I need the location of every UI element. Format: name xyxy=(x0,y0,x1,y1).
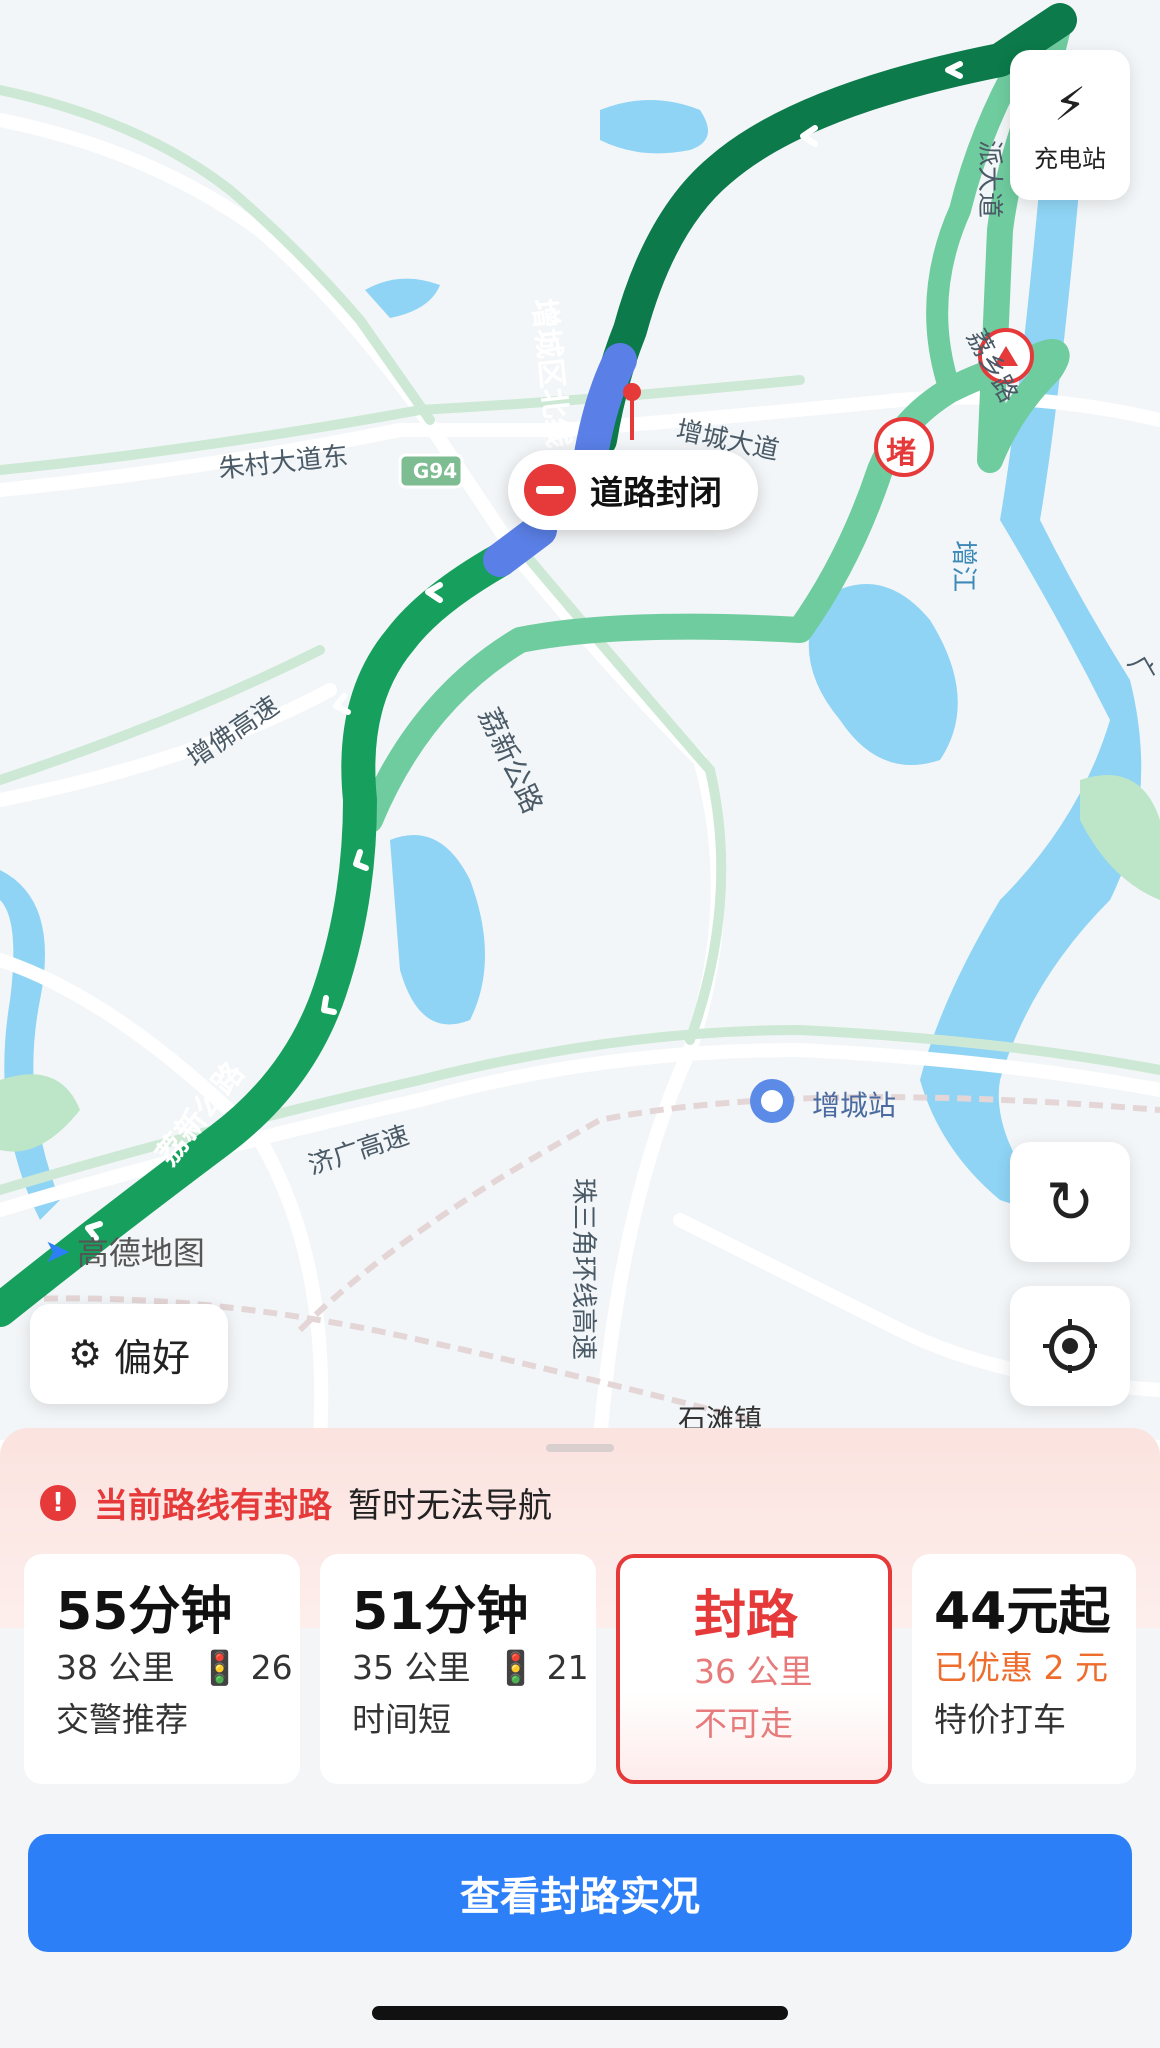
sheet-handle[interactable] xyxy=(546,1444,614,1452)
map-label-zengjiang: 增江 xyxy=(948,540,978,593)
route-distance: 36 公里 xyxy=(694,1652,813,1691)
preference-label: 偏好 xyxy=(114,1335,191,1380)
route-alert: ! 当前路线有封路 暂时无法导航 xyxy=(40,1478,552,1527)
alert-title: 当前路线有封路 xyxy=(94,1486,332,1526)
amap-watermark-text: 高德地图 xyxy=(76,1234,205,1272)
alert-subtitle: 暂时无法导航 xyxy=(348,1486,552,1526)
route-tag: 不可走 xyxy=(694,1704,793,1743)
route-tag: 交警推荐 xyxy=(56,1700,188,1739)
map-label-pearl-ring: 珠三角环线高速 xyxy=(568,1178,598,1361)
route-closed-label: 封路 xyxy=(694,1586,799,1646)
route-lights: 26 xyxy=(250,1648,293,1687)
route-distance: 38 公里 xyxy=(56,1648,175,1687)
traffic-light-icon: 🚦 xyxy=(198,1648,241,1687)
road-closure-label: 道路封闭 xyxy=(590,473,722,512)
taxi-discount: 已优惠 2 元 xyxy=(934,1648,1108,1687)
route-time: 51分钟 xyxy=(352,1582,529,1642)
g94-label: G94 xyxy=(412,459,458,483)
taxi-card[interactable]: 44元起 已优惠 2 元 特价打车 xyxy=(912,1554,1136,1784)
preference-icon: ⚙ xyxy=(67,1332,103,1376)
route-sheet: ! 当前路线有封路 暂时无法导航 55分钟 38 公里 🚦 26 交警推荐 51… xyxy=(0,1428,1160,2048)
alert-icon: ! xyxy=(40,1484,76,1521)
route-lights: 21 xyxy=(546,1648,589,1687)
taxi-price: 44元起 xyxy=(934,1582,1111,1642)
route-tag: 时间短 xyxy=(352,1700,451,1739)
traffic-light-icon: 🚦 xyxy=(494,1648,537,1687)
charging-station-label: 充电站 xyxy=(1034,144,1106,173)
route-card-closed[interactable]: 封路 36 公里 不可走 xyxy=(616,1554,892,1784)
taxi-tag: 特价打车 xyxy=(934,1700,1066,1739)
no-entry-icon xyxy=(524,464,576,516)
locate-button[interactable] xyxy=(1010,1286,1130,1406)
view-closure-button[interactable]: 查看封路实况 xyxy=(28,1834,1132,1952)
closed-segment-1 xyxy=(483,513,557,577)
refresh-icon: ↻ xyxy=(1045,1168,1095,1236)
route-card-2[interactable]: 51分钟 35 公里 🚦 21 时间短 xyxy=(320,1554,596,1784)
amap-watermark: ➤ 高德地图 xyxy=(44,1228,205,1274)
refresh-button[interactable]: ↻ xyxy=(1010,1142,1130,1262)
jam-badge: 堵 xyxy=(886,436,916,471)
home-indicator[interactable] xyxy=(372,2006,788,2020)
route-time: 55分钟 xyxy=(56,1582,233,1642)
route-distance: 35 公里 xyxy=(352,1648,471,1687)
map-view[interactable]: 朱村大道东 G94 增城大道 增佛高速 荔新公路 荔新公路 增城区北线 派大道 … xyxy=(0,0,1160,1440)
charging-station-button[interactable]: ⚡ 充电站 xyxy=(1010,50,1130,200)
lake-north xyxy=(600,100,708,154)
map-label-station: 增城站 xyxy=(812,1089,897,1122)
locate-icon xyxy=(1043,1319,1097,1373)
charging-icon: ⚡ xyxy=(1053,76,1087,131)
road-closure-bubble[interactable]: 道路封闭 xyxy=(508,450,758,530)
map-label-paitan: 派大道 xyxy=(974,140,1004,219)
route-card-1[interactable]: 55分钟 38 公里 🚦 26 交警推荐 xyxy=(24,1554,300,1784)
route-distance-row: 35 公里 🚦 21 xyxy=(352,1642,596,1694)
amap-logo-icon: ➤ xyxy=(44,1232,71,1270)
preference-button[interactable]: ⚙ 偏好 xyxy=(30,1304,228,1404)
route-distance-row: 38 公里 🚦 26 xyxy=(56,1642,300,1694)
